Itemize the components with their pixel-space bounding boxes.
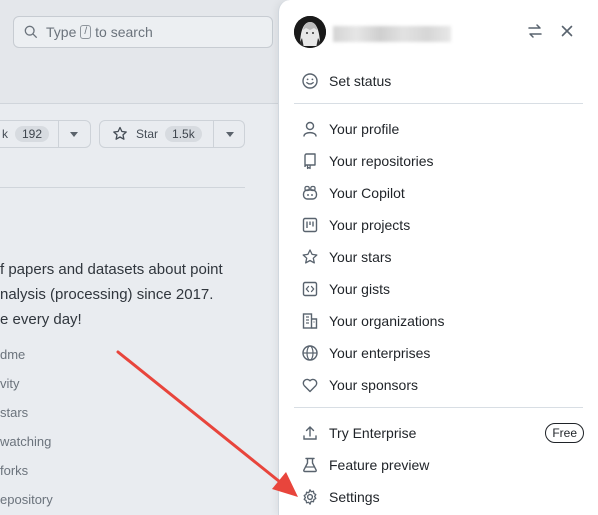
menu-separator — [294, 103, 583, 104]
activity-link[interactable]: vity — [0, 376, 20, 391]
readme-link[interactable]: dme — [0, 347, 25, 362]
menu-item-label: Your enterprises — [329, 345, 431, 361]
close-icon[interactable] — [558, 22, 576, 40]
sidebar-divider — [0, 187, 245, 188]
fork-split-divider — [58, 121, 59, 147]
menu-item-your-organizations[interactable]: Your organizations — [294, 307, 584, 335]
menu-item-label: Set status — [329, 73, 392, 89]
report-repository-link[interactable]: epository — [0, 492, 53, 507]
star-icon — [301, 248, 319, 266]
avatar-image — [294, 16, 326, 48]
gear-icon — [301, 488, 319, 506]
menu-item-label: Your gists — [329, 281, 390, 297]
about-description-line-3: e every day! — [0, 311, 82, 328]
upload-icon — [301, 424, 319, 442]
star-dropdown-caret-icon[interactable] — [226, 132, 234, 137]
smiley-icon — [301, 72, 319, 90]
stars-link[interactable]: stars — [0, 405, 28, 420]
menu-item-label: Your projects — [329, 217, 411, 233]
menu-item-label: Try Enterprise — [329, 425, 417, 441]
search-prefix: Type — [46, 24, 77, 40]
watching-link[interactable]: watching — [0, 434, 51, 449]
free-badge: Free — [545, 423, 584, 443]
menu-item-settings[interactable]: Settings — [294, 483, 584, 511]
avatar[interactable] — [294, 16, 326, 48]
fork-label: k — [2, 127, 8, 141]
copilot-icon — [301, 184, 319, 202]
star-button[interactable]: Star 1.5k — [99, 120, 245, 148]
username-redacted — [333, 26, 451, 42]
about-description-line-2: nalysis (processing) since 2017. — [0, 286, 214, 303]
menu-item-label: Your profile — [329, 121, 400, 137]
menu-item-your-enterprises[interactable]: Your enterprises — [294, 339, 584, 367]
heart-icon — [301, 376, 319, 394]
globe-icon — [301, 344, 319, 362]
fork-dropdown-caret-icon[interactable] — [70, 132, 78, 137]
menu-item-label: Your organizations — [329, 313, 445, 329]
search-input[interactable]: Type / to search — [13, 16, 273, 48]
search-suffix: to search — [95, 24, 153, 40]
code-square-icon — [301, 280, 319, 298]
menu-item-your-projects[interactable]: Your projects — [294, 211, 584, 239]
star-count: 1.5k — [165, 126, 202, 142]
search-icon — [24, 25, 38, 39]
user-menu-header — [279, 0, 598, 64]
repo-icon — [301, 152, 319, 170]
menu-item-label: Your Copilot — [329, 185, 405, 201]
menu-item-your-profile[interactable]: Your profile — [294, 115, 584, 143]
menu-item-label: Feature preview — [329, 457, 430, 473]
forks-link[interactable]: forks — [0, 463, 28, 478]
slash-key-hint: / — [80, 25, 92, 39]
fork-button[interactable]: k 192 — [0, 120, 91, 148]
menu-item-your-repositories[interactable]: Your repositories — [294, 147, 584, 175]
menu-item-label: Your repositories — [329, 153, 434, 169]
menu-item-set-status[interactable]: Set status — [294, 67, 584, 95]
switch-account-icon[interactable] — [526, 22, 544, 40]
star-split-divider — [213, 121, 214, 147]
project-icon — [301, 216, 319, 234]
menu-item-label: Your stars — [329, 249, 392, 265]
user-menu-panel: Set status Your profile Your repositorie… — [278, 0, 598, 515]
menu-item-your-copilot[interactable]: Your Copilot — [294, 179, 584, 207]
person-icon — [301, 120, 319, 138]
organization-icon — [301, 312, 319, 330]
menu-item-label: Settings — [329, 489, 380, 505]
menu-item-try-enterprise[interactable]: Try Enterprise Free — [294, 419, 584, 447]
menu-separator — [294, 407, 583, 408]
menu-item-your-sponsors[interactable]: Your sponsors — [294, 371, 584, 399]
star-label: Star — [136, 127, 159, 141]
menu-item-label: Your sponsors — [329, 377, 418, 393]
star-icon — [113, 126, 127, 140]
about-description-line-1: f papers and datasets about point — [0, 261, 223, 278]
beaker-icon — [301, 456, 319, 474]
fork-count: 192 — [15, 126, 50, 142]
menu-item-your-stars[interactable]: Your stars — [294, 243, 584, 271]
menu-item-your-gists[interactable]: Your gists — [294, 275, 584, 303]
menu-item-feature-preview[interactable]: Feature preview — [294, 451, 584, 479]
